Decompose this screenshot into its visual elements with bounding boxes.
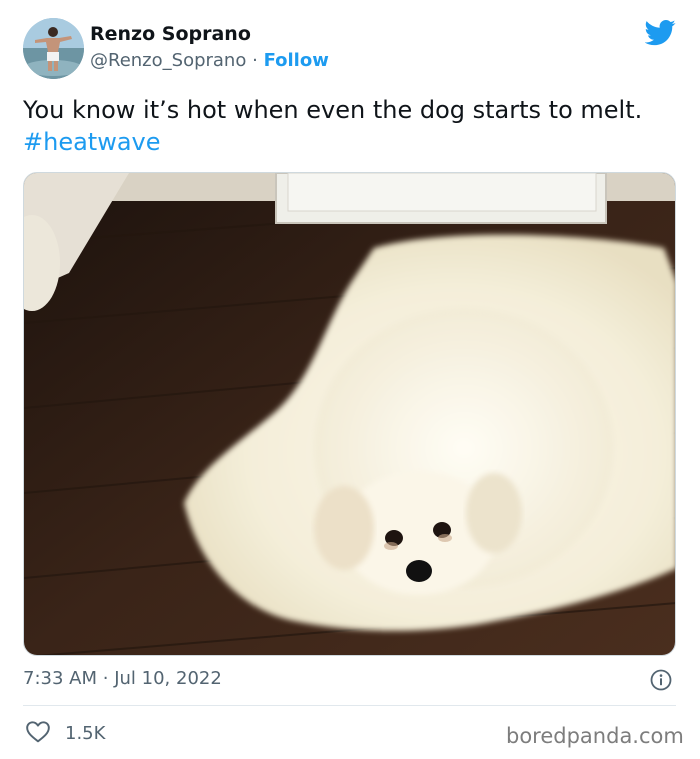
tweet-date: Jul 10, 2022 xyxy=(114,668,222,689)
info-icon[interactable] xyxy=(650,669,672,691)
author-meta: @Renzo_Soprano · Follow xyxy=(90,50,329,71)
tweet-time: 7:33 AM xyxy=(23,668,97,689)
like-count: 1.5K xyxy=(65,722,106,744)
tweet-photo[interactable] xyxy=(23,172,676,656)
meta-separator: · xyxy=(252,50,258,71)
tweet-timestamp[interactable]: 7:33 AM · Jul 10, 2022 xyxy=(23,668,222,689)
author-handle[interactable]: @Renzo_Soprano xyxy=(90,50,246,71)
twitter-bird-icon[interactable] xyxy=(644,17,676,48)
heart-icon xyxy=(25,719,51,747)
watermark: boredpanda.com xyxy=(506,724,684,748)
avatar[interactable] xyxy=(23,18,84,79)
like-button[interactable]: 1.5K xyxy=(25,720,105,746)
tweet-text: You know it’s hot when even the dog star… xyxy=(23,94,663,158)
tweet-body: You know it’s hot when even the dog star… xyxy=(23,96,643,124)
divider xyxy=(23,705,676,706)
tweet-card: Renzo Soprano @Renzo_Soprano · Follow Yo… xyxy=(0,0,700,759)
author-name[interactable]: Renzo Soprano xyxy=(90,23,251,45)
hashtag-link[interactable]: #heatwave xyxy=(23,128,161,156)
follow-button[interactable]: Follow xyxy=(264,50,329,71)
timestamp-separator: · xyxy=(102,668,109,689)
